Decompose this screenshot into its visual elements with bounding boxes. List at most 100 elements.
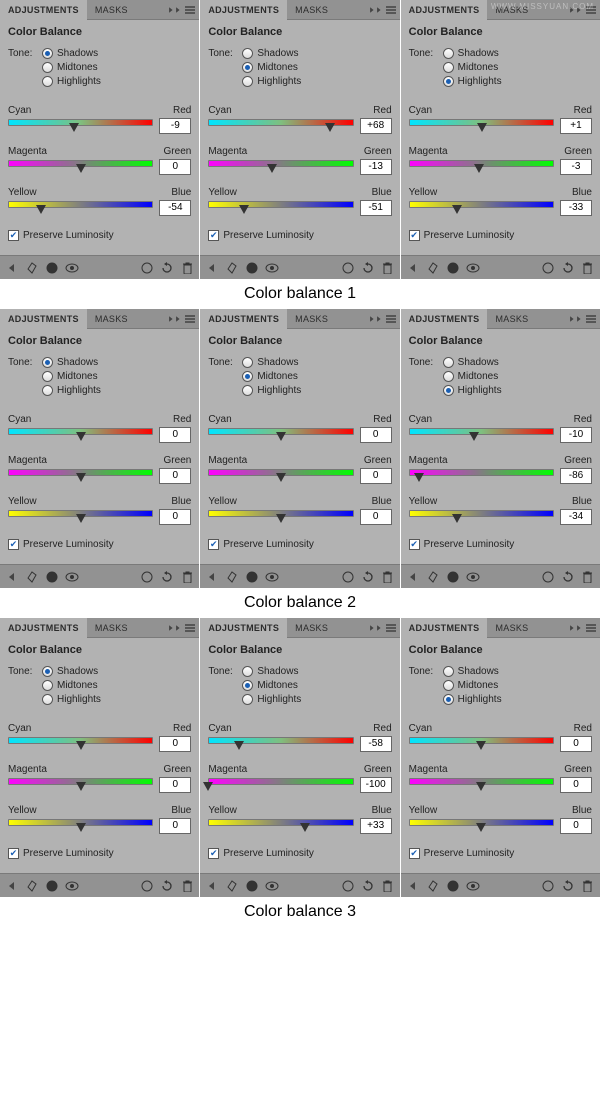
- slider-track-yb[interactable]: [8, 819, 153, 833]
- delete-icon[interactable]: [179, 569, 195, 585]
- back-icon[interactable]: [204, 878, 220, 894]
- tone-radio-highlights[interactable]: Highlights: [443, 385, 502, 396]
- slider-track-yb[interactable]: [208, 201, 353, 215]
- new-adjustment-icon[interactable]: [445, 569, 461, 585]
- tab-adjustments[interactable]: ADJUSTMENTS: [401, 309, 488, 329]
- delete-icon[interactable]: [580, 260, 596, 276]
- value-input-cr[interactable]: 0: [159, 736, 191, 752]
- new-adjustment-icon[interactable]: [244, 569, 260, 585]
- slider-track-cr[interactable]: [409, 119, 554, 133]
- slider-thumb[interactable]: [476, 782, 486, 791]
- tone-radio-shadows[interactable]: Shadows: [42, 48, 101, 59]
- slider-thumb[interactable]: [76, 741, 86, 750]
- reset-icon[interactable]: [560, 569, 576, 585]
- tab-adjustments[interactable]: ADJUSTMENTS: [0, 309, 87, 329]
- value-input-mg[interactable]: -13: [360, 159, 392, 175]
- new-adjustment-icon[interactable]: [445, 878, 461, 894]
- expand-icon[interactable]: [24, 569, 40, 585]
- delete-icon[interactable]: [179, 260, 195, 276]
- value-input-mg[interactable]: 0: [360, 468, 392, 484]
- slider-track-cr[interactable]: [8, 428, 153, 442]
- slider-thumb[interactable]: [476, 823, 486, 832]
- tone-radio-shadows[interactable]: Shadows: [443, 666, 502, 677]
- delete-icon[interactable]: [179, 878, 195, 894]
- previous-state-icon[interactable]: [139, 878, 155, 894]
- new-adjustment-icon[interactable]: [244, 878, 260, 894]
- visibility-icon[interactable]: [465, 260, 481, 276]
- previous-state-icon[interactable]: [540, 878, 556, 894]
- new-adjustment-icon[interactable]: [44, 260, 60, 276]
- tone-radio-midtones[interactable]: Midtones: [242, 680, 301, 691]
- back-icon[interactable]: [4, 878, 20, 894]
- tone-radio-midtones[interactable]: Midtones: [42, 62, 101, 73]
- back-icon[interactable]: [405, 569, 421, 585]
- slider-thumb[interactable]: [276, 432, 286, 441]
- tone-radio-shadows[interactable]: Shadows: [42, 357, 101, 368]
- slider-track-mg[interactable]: [8, 778, 153, 792]
- slider-track-mg[interactable]: [409, 160, 554, 174]
- tone-radio-highlights[interactable]: Highlights: [443, 694, 502, 705]
- new-adjustment-icon[interactable]: [445, 260, 461, 276]
- previous-state-icon[interactable]: [540, 569, 556, 585]
- collapse-icon[interactable]: [368, 312, 382, 326]
- tab-masks[interactable]: MASKS: [287, 618, 336, 638]
- reset-icon[interactable]: [360, 878, 376, 894]
- delete-icon[interactable]: [380, 569, 396, 585]
- slider-thumb[interactable]: [276, 514, 286, 523]
- slider-thumb[interactable]: [76, 432, 86, 441]
- slider-thumb[interactable]: [203, 782, 213, 791]
- value-input-cr[interactable]: +68: [360, 118, 392, 134]
- visibility-icon[interactable]: [64, 569, 80, 585]
- tone-radio-shadows[interactable]: Shadows: [42, 666, 101, 677]
- value-input-mg[interactable]: 0: [560, 777, 592, 793]
- visibility-icon[interactable]: [264, 878, 280, 894]
- expand-icon[interactable]: [425, 260, 441, 276]
- tone-radio-midtones[interactable]: Midtones: [443, 680, 502, 691]
- slider-track-yb[interactable]: [8, 510, 153, 524]
- value-input-mg[interactable]: 0: [159, 468, 191, 484]
- slider-track-yb[interactable]: [208, 819, 353, 833]
- slider-thumb[interactable]: [76, 514, 86, 523]
- previous-state-icon[interactable]: [340, 878, 356, 894]
- slider-thumb[interactable]: [76, 473, 86, 482]
- slider-thumb[interactable]: [476, 741, 486, 750]
- expand-icon[interactable]: [425, 569, 441, 585]
- delete-icon[interactable]: [380, 260, 396, 276]
- preserve-luminosity-checkbox[interactable]: ✔ Preserve Luminosity: [409, 230, 592, 241]
- value-input-mg[interactable]: -3: [560, 159, 592, 175]
- value-input-cr[interactable]: -9: [159, 118, 191, 134]
- slider-thumb[interactable]: [36, 205, 46, 214]
- back-icon[interactable]: [405, 878, 421, 894]
- preserve-luminosity-checkbox[interactable]: ✔ Preserve Luminosity: [8, 539, 191, 550]
- value-input-cr[interactable]: -10: [560, 427, 592, 443]
- tone-radio-highlights[interactable]: Highlights: [443, 76, 502, 87]
- reset-icon[interactable]: [159, 878, 175, 894]
- expand-icon[interactable]: [224, 878, 240, 894]
- reset-icon[interactable]: [560, 878, 576, 894]
- slider-thumb[interactable]: [239, 205, 249, 214]
- slider-thumb[interactable]: [469, 432, 479, 441]
- tone-radio-midtones[interactable]: Midtones: [242, 62, 301, 73]
- slider-thumb[interactable]: [76, 782, 86, 791]
- slider-track-cr[interactable]: [8, 737, 153, 751]
- delete-icon[interactable]: [380, 878, 396, 894]
- slider-thumb[interactable]: [276, 473, 286, 482]
- slider-track-cr[interactable]: [409, 737, 554, 751]
- tab-adjustments[interactable]: ADJUSTMENTS: [200, 618, 287, 638]
- tab-adjustments[interactable]: ADJUSTMENTS: [200, 309, 287, 329]
- panel-menu-icon[interactable]: [384, 621, 398, 635]
- value-input-yb[interactable]: 0: [360, 509, 392, 525]
- back-icon[interactable]: [4, 260, 20, 276]
- expand-icon[interactable]: [24, 260, 40, 276]
- panel-menu-icon[interactable]: [183, 621, 197, 635]
- slider-track-mg[interactable]: [8, 160, 153, 174]
- expand-icon[interactable]: [24, 878, 40, 894]
- tab-masks[interactable]: MASKS: [87, 309, 136, 329]
- tab-adjustments[interactable]: ADJUSTMENTS: [200, 0, 287, 20]
- tone-radio-midtones[interactable]: Midtones: [42, 371, 101, 382]
- collapse-icon[interactable]: [368, 3, 382, 17]
- preserve-luminosity-checkbox[interactable]: ✔ Preserve Luminosity: [208, 230, 391, 241]
- tab-masks[interactable]: MASKS: [87, 618, 136, 638]
- slider-thumb[interactable]: [452, 205, 462, 214]
- tab-adjustments[interactable]: ADJUSTMENTS: [0, 618, 87, 638]
